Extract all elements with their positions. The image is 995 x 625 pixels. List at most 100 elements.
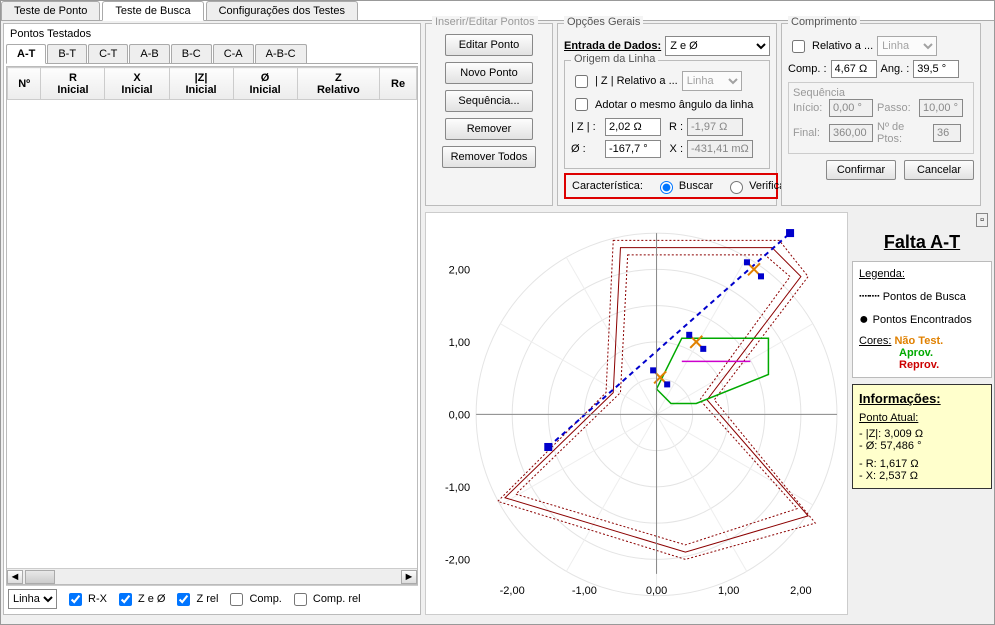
tab-teste-busca[interactable]: Teste de Busca [102,1,203,21]
nptos-input [933,124,961,142]
radio-verificar[interactable]: Verificar [725,178,789,194]
info-title: Informações: [859,391,985,406]
subtab-abc[interactable]: A-B-C [255,44,307,63]
sub-tabs: A-T B-T C-T A-B B-C C-A A-B-C [6,44,418,64]
col-o[interactable]: ØInicial [233,68,297,100]
radio-buscar[interactable]: Buscar [655,178,713,194]
subtab-at[interactable]: A-T [6,44,46,64]
scroll-left-icon[interactable]: ◄ [7,570,23,584]
close-chart-icon[interactable]: ▫ [976,213,988,227]
remover-todos-button[interactable]: Remover Todos [442,146,537,168]
cor-ap: Aprov. [899,347,933,359]
leg-enc: Pontos Encontrados [873,314,972,326]
cancelar-button[interactable]: Cancelar [904,160,974,180]
entrada-select[interactable]: Z e Ø [665,36,770,56]
linha-select[interactable]: Linha [8,589,57,609]
confirmar-button[interactable]: Confirmar [826,160,896,180]
info-box: Informações: Ponto Atual: - |Z|: 3,009 Ω… [852,384,992,489]
svg-text:2,00: 2,00 [449,264,470,276]
subtab-bc[interactable]: B-C [171,44,212,63]
panel-title: Pontos Testados [6,26,418,42]
comprimento-group: Comprimento Relativo a ... Linha Comp. :… [781,23,981,206]
svg-text:-1,00: -1,00 [445,482,470,494]
legend-box: ▫ Falta A-T Legenda: ┈┈ Pontos de Busca ●… [852,212,992,615]
op-title: Opções Gerais [564,16,643,28]
subtab-ct[interactable]: C-T [88,44,128,63]
sequencia-button[interactable]: Sequência... [445,90,533,112]
svg-text:-2,00: -2,00 [445,554,470,566]
inicio-input [829,99,873,117]
remover-button[interactable]: Remover [445,118,533,140]
svg-text:-1,00: -1,00 [572,585,597,597]
col-re[interactable]: Re [380,68,417,100]
info-x: - X: 2,537 Ω [859,470,985,482]
chk-comprel[interactable]: Comp. rel [290,590,361,609]
falta-title: Falta A-T [852,232,992,253]
cor-nt: Não Test. [894,335,943,347]
cores-label: Cores: [859,335,891,347]
inserir-group: Inserir/Editar Pontos Editar Ponto Novo … [425,23,553,206]
z-relativo-check[interactable] [575,75,588,88]
chk-zrel[interactable]: Z rel [173,590,218,609]
relativo-label: Relativo a ... [812,40,873,52]
col-zrel[interactable]: ZRelativo [297,68,380,100]
editar-ponto-button[interactable]: Editar Ponto [445,34,533,56]
legenda-title: Legenda: [859,268,985,280]
inserir-title: Inserir/Editar Pontos [432,16,538,28]
subtab-bt[interactable]: B-T [47,44,87,63]
chart[interactable]: -2,00-1,000,001,002,00-2,00-1,000,001,00… [425,212,848,615]
dot-icon: ● [859,311,869,329]
inicio-label: Início: [793,102,825,114]
z-label: | Z | : [571,121,601,133]
comp-label: Comp. : [788,63,827,75]
novo-ponto-button[interactable]: Novo Ponto [445,62,533,84]
z-relativo-label: | Z | Relativo a ... [595,75,678,87]
final-label: Final: [793,127,825,139]
table-area: Nº RInicial XInicial |Z|Inicial ØInicial… [6,66,418,585]
bottom-bar: Linha R-X Z e Ø Z rel Comp. Comp. rel [6,585,418,612]
col-n[interactable]: Nº [8,68,41,100]
col-r[interactable]: RInicial [41,68,105,100]
x-label: X : [665,143,683,155]
sequencia-group: Sequência Início: Passo: Final: Nº de Pt… [788,82,974,154]
r-input [687,118,743,136]
cor-rp: Reprov. [899,359,939,371]
comp-input[interactable] [831,60,877,78]
o-label: Ø : [571,143,601,155]
svg-text:0,00: 0,00 [449,409,470,421]
dash-icon: ┈┈ [859,286,879,307]
tab-config-testes[interactable]: Configurações dos Testes [206,1,358,20]
opcoes-gerais-group: Opções Gerais Entrada de Dados: Z e Ø Or… [557,23,777,206]
relativo-check[interactable] [792,40,805,53]
col-z[interactable]: |Z|Inicial [169,68,233,100]
scroll-right-icon[interactable]: ► [401,570,417,584]
subtab-ab[interactable]: A-B [129,44,169,63]
chk-rx[interactable]: R-X [65,590,107,609]
chk-comp[interactable]: Comp. [226,590,281,609]
leg-busca: Pontos de Busca [883,291,966,303]
x-input [687,140,753,158]
seq-title: Sequência [793,87,969,99]
grid: Nº RInicial XInicial |Z|Inicial ØInicial… [7,67,417,100]
passo-label: Passo: [877,102,915,114]
scroll-thumb[interactable] [25,570,55,584]
caracteristica-row: Característica: Buscar Verificar [564,173,778,199]
o-input[interactable] [605,140,661,158]
svg-text:1,00: 1,00 [449,337,470,349]
svg-text:-2,00: -2,00 [500,585,525,597]
adotar-check[interactable] [575,98,588,111]
svg-text:2,00: 2,00 [790,585,811,597]
passo-input [919,99,963,117]
comp-title: Comprimento [788,16,860,28]
z-input[interactable] [605,118,661,136]
origem-title: Origem da Linha [571,53,658,65]
col-x[interactable]: XInicial [105,68,169,100]
chk-zeo[interactable]: Z e Ø [115,590,166,609]
subtab-ca[interactable]: C-A [213,44,254,63]
ang-input[interactable] [913,60,959,78]
hscroll[interactable]: ◄ ► [7,568,417,584]
ang-label: Ang. : [881,63,910,75]
svg-text:1,00: 1,00 [718,585,739,597]
pontos-testados-panel: Pontos Testados A-T B-T C-T A-B B-C C-A … [3,23,421,615]
tab-teste-ponto[interactable]: Teste de Ponto [1,1,100,20]
